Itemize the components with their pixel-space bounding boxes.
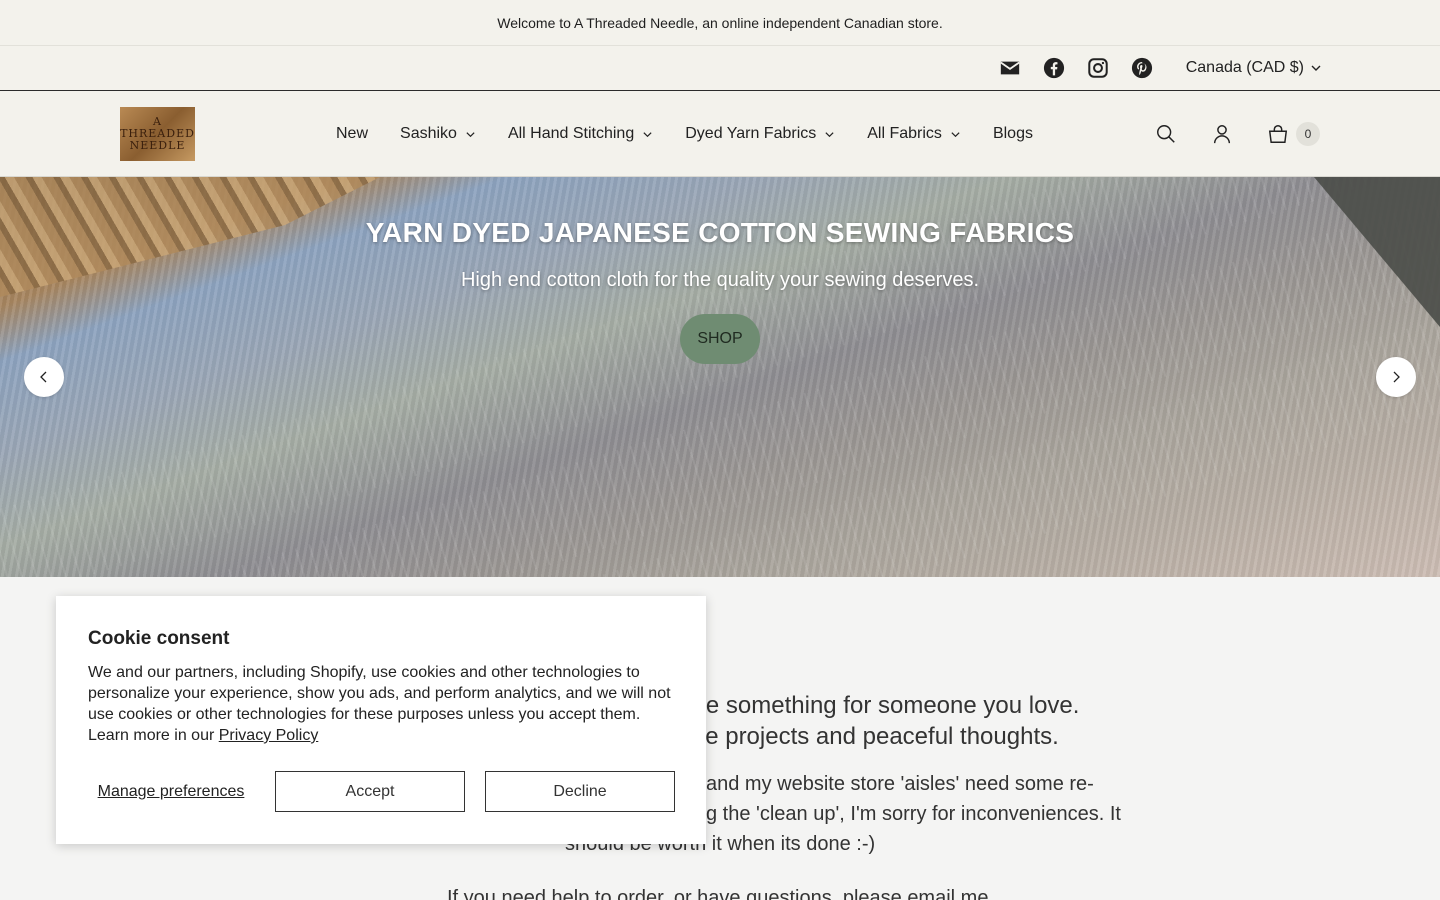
cookie-description: We and our partners, including Shopify, … [88, 664, 671, 744]
pinterest-icon[interactable] [1120, 46, 1164, 90]
nav-label: Sashiko [400, 125, 457, 142]
nav-item-blogs[interactable]: Blogs [993, 125, 1033, 143]
hero-subtitle: High end cotton cloth for the quality yo… [460, 269, 980, 291]
account-icon[interactable] [1210, 122, 1234, 146]
nav-item-new[interactable]: New [336, 125, 368, 143]
cart-count-badge: 0 [1296, 122, 1320, 146]
nav-item-dyed-yarn-fabrics[interactable]: Dyed Yarn Fabrics [685, 125, 835, 143]
header-actions: 0 [1154, 91, 1320, 177]
chevron-left-icon [40, 371, 47, 383]
instagram-icon[interactable] [1076, 46, 1120, 90]
currency-selector[interactable]: Canada (CAD $) [1186, 59, 1322, 77]
cookie-actions: Manage preferences Accept Decline [88, 771, 675, 812]
chevron-right-icon [1393, 371, 1400, 383]
chevron-down-icon [951, 131, 960, 137]
nav-item-all-hand-stitching[interactable]: All Hand Stitching [508, 125, 653, 143]
announcement-text: Welcome to A Threaded Needle, an online … [497, 14, 943, 31]
cookie-consent-dialog: Cookie consent We and our partners, incl… [56, 596, 706, 844]
nav-label: Blogs [992, 125, 1033, 142]
nav-label: Dyed Yarn Fabrics [685, 125, 817, 142]
nav-item-all-fabrics[interactable]: All Fabrics [867, 125, 961, 143]
facebook-icon[interactable] [1032, 46, 1076, 90]
slide-next-button[interactable] [1376, 357, 1416, 397]
nav-label: All Hand Stitching [507, 125, 635, 142]
chevron-down-icon [466, 131, 475, 137]
intro-body-line: g the 'clean up', I'm sorry for inconven… [706, 803, 1121, 825]
cart-button[interactable]: 0 [1266, 122, 1320, 146]
hero-content: YARN DYED JAPANESE COTTON SEWING FABRICS… [0, 217, 1440, 364]
search-icon[interactable] [1154, 122, 1178, 146]
logo-line: NEEDLE [129, 139, 186, 152]
store-logo[interactable]: A THREADED NEEDLE [120, 107, 195, 161]
main-nav: New Sashiko All Hand Stitching Dyed Yarn… [336, 91, 1065, 177]
cookie-title: Cookie consent [88, 628, 230, 649]
nav-label: New [336, 125, 369, 142]
announcement-bar: Welcome to A Threaded Needle, an online … [0, 0, 1440, 45]
cookie-text: We and our partners, including Shopify, … [88, 662, 674, 746]
intro-body-line: and my website store 'aisles' need some … [706, 773, 1094, 795]
chevron-down-icon [643, 131, 652, 137]
privacy-policy-link[interactable]: Privacy Policy [219, 727, 319, 744]
nav-item-sashiko[interactable]: Sashiko [400, 125, 476, 143]
chevron-down-icon [825, 131, 834, 137]
intro-body-line: If you need help to order, or have quest… [447, 887, 989, 900]
currency-label: Canada (CAD $) [1185, 59, 1304, 76]
chevron-down-icon [1311, 65, 1321, 71]
utility-bar: Canada (CAD $) [0, 45, 1440, 90]
accept-button[interactable]: Accept [275, 771, 465, 812]
decline-button[interactable]: Decline [485, 771, 675, 812]
cart-icon [1266, 122, 1290, 146]
hero-title: YARN DYED JAPANESE COTTON SEWING FABRICS [365, 217, 1075, 248]
mail-icon[interactable] [988, 46, 1032, 90]
slide-prev-button[interactable] [24, 357, 64, 397]
manage-preferences-link[interactable]: Manage preferences [88, 783, 254, 801]
shop-button[interactable]: SHOP [680, 314, 760, 364]
site-header: A THREADED NEEDLE New Sashiko All Hand S… [0, 90, 1440, 177]
nav-label: All Fabrics [867, 125, 942, 142]
hero-slideshow: YARN DYED JAPANESE COTTON SEWING FABRICS… [0, 177, 1440, 577]
